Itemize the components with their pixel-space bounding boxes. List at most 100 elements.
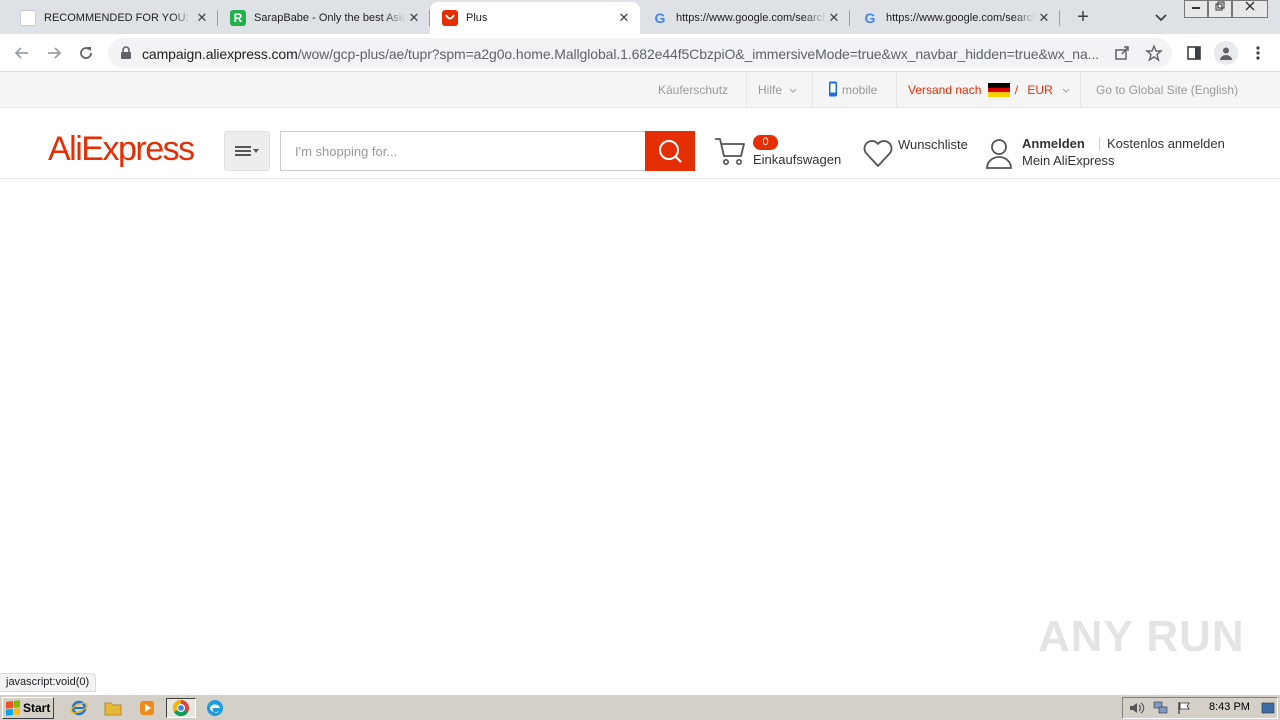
start-label: Start — [23, 701, 51, 715]
side-panel-button[interactable] — [1184, 43, 1204, 63]
site-top-bar: Käuferschutz Hilfe mobile Versand nach /… — [0, 72, 1280, 108]
my-aliexpress-link[interactable]: Mein AliExpress — [1022, 153, 1114, 168]
divider — [896, 72, 897, 108]
chrome-icon — [172, 699, 189, 717]
restore-icon — [1215, 1, 1225, 11]
system-tray: 8:43 PM — [1122, 697, 1278, 719]
tab-search-button[interactable] — [1152, 8, 1170, 26]
back-button[interactable] — [10, 41, 34, 65]
file-explorer-button[interactable] — [102, 698, 124, 718]
mobile-phone-icon — [829, 81, 837, 97]
search-button[interactable] — [645, 131, 695, 171]
google-icon: G — [654, 10, 666, 26]
browser-tab[interactable]: G https://www.google.com/search ✕ — [850, 2, 1060, 34]
chevron-down-icon — [789, 88, 797, 93]
status-bar-url: javascript:void(0) — [0, 673, 97, 692]
anyrun-watermark: ANY RUN — [1038, 612, 1245, 661]
search-input[interactable] — [280, 131, 646, 171]
ship-to-currency-selector[interactable]: Versand nach / EUR — [908, 72, 1070, 108]
bookmark-star-icon[interactable] — [1145, 44, 1163, 62]
windows-logo-icon — [6, 700, 20, 716]
window-close-button[interactable] — [1232, 0, 1268, 18]
more-vertical-icon — [1256, 46, 1260, 60]
url-text[interactable]: campaign.aliexpress.com/wow/gcp-plus/ae/… — [142, 46, 1107, 62]
browser-tab[interactable]: R SarapBabe - Only the best Asian ✕ — [218, 2, 430, 34]
blank-page-icon — [20, 10, 36, 26]
tab-title: https://www.google.com/search — [676, 12, 826, 24]
close-icon[interactable]: ✕ — [826, 10, 842, 26]
help-menu[interactable]: Hilfe — [758, 72, 797, 108]
browser-toolbar: campaign.aliexpress.com/wow/gcp-plus/ae/… — [0, 34, 1280, 72]
register-link[interactable]: Kostenlos anmelden — [1107, 136, 1225, 151]
url-path: /wow/gcp-plus/ae/tupr?spm=a2g0o.home.Mal… — [297, 46, 1100, 62]
browser-tab[interactable]: G https://www.google.com/search ✕ — [640, 2, 850, 34]
network-icon[interactable] — [1153, 701, 1169, 715]
browser-tab[interactable]: RECOMMENDED FOR YOU: ✕ — [8, 2, 218, 34]
browser-tab-active[interactable]: Plus ✕ — [430, 2, 640, 34]
cart-count-badge: 0 — [753, 135, 778, 150]
edge-button[interactable] — [204, 698, 226, 718]
media-player-icon — [140, 701, 154, 715]
url-host: campaign.aliexpress.com — [142, 46, 298, 62]
action-center-flag-icon[interactable] — [1177, 701, 1191, 715]
browser-menu-button[interactable] — [1248, 43, 1268, 63]
media-player-button[interactable] — [136, 698, 158, 718]
tab-title: https://www.google.com/search — [886, 12, 1036, 24]
site-header: AliExpress 0 Einkaufswagen Wunschliste A… — [0, 108, 1280, 179]
account-avatar[interactable] — [984, 137, 1014, 174]
folder-icon — [104, 702, 122, 716]
close-icon[interactable]: ✕ — [1036, 10, 1052, 26]
global-site-link[interactable]: Go to Global Site (English) — [1096, 72, 1238, 108]
forward-button[interactable] — [42, 41, 66, 65]
browser-tab-strip: RECOMMENDED FOR YOU: ✕ R SarapBabe - Onl… — [0, 0, 1280, 34]
wishlist-button[interactable] — [862, 138, 894, 173]
tab-title: SarapBabe - Only the best Asian — [254, 12, 406, 24]
close-icon[interactable]: ✕ — [406, 10, 422, 26]
close-icon[interactable]: ✕ — [194, 10, 210, 26]
mobile-label: mobile — [842, 83, 878, 97]
share-icon[interactable] — [1113, 44, 1131, 62]
sign-in-link[interactable]: Anmelden — [1022, 136, 1085, 151]
internet-explorer-icon — [70, 700, 88, 716]
minimize-icon — [1192, 7, 1200, 9]
germany-flag-icon — [987, 83, 1010, 97]
chrome-taskbar-button[interactable] — [166, 698, 196, 718]
help-label: Hilfe — [758, 83, 783, 97]
lock-icon[interactable] — [120, 46, 132, 60]
chevron-down-icon — [1062, 88, 1070, 93]
internet-explorer-button[interactable] — [68, 698, 90, 718]
currency-label: EUR — [1027, 83, 1053, 97]
edge-icon — [207, 700, 223, 716]
cart-label[interactable]: Einkaufswagen — [753, 152, 841, 167]
address-bar[interactable]: campaign.aliexpress.com/wow/gcp-plus/ae/… — [108, 38, 1172, 68]
hamburger-menu-icon — [235, 146, 259, 156]
clock[interactable]: 8:43 PM — [1209, 701, 1250, 713]
tab-title: RECOMMENDED FOR YOU: — [44, 12, 189, 24]
close-icon[interactable]: ✕ — [616, 10, 632, 26]
aliexpress-logo[interactable]: AliExpress — [48, 130, 195, 169]
mobile-link[interactable]: mobile — [828, 72, 877, 108]
profile-button[interactable] — [1214, 41, 1238, 65]
divider — [1099, 138, 1100, 150]
categories-menu-button[interactable] — [224, 131, 270, 171]
aliexpress-icon — [442, 10, 458, 26]
new-tab-button[interactable]: + — [1072, 6, 1094, 28]
google-icon: G — [864, 10, 876, 26]
wishlist-label[interactable]: Wunschliste — [898, 137, 968, 152]
side-panel-icon — [1187, 46, 1201, 60]
user-icon — [986, 139, 1012, 169]
reload-button[interactable] — [74, 41, 98, 65]
cart-button[interactable] — [714, 136, 746, 171]
windows-taskbar: Start 8:43 PM — [0, 694, 1280, 720]
show-desktop-icon[interactable] — [1261, 701, 1275, 715]
arrow-left-icon — [14, 47, 28, 59]
minimize-button[interactable] — [1184, 0, 1208, 18]
restore-button[interactable] — [1208, 0, 1232, 18]
reload-icon — [80, 47, 92, 59]
volume-icon[interactable] — [1129, 701, 1145, 715]
chevron-down-icon — [1155, 14, 1167, 22]
close-icon — [1245, 1, 1255, 11]
profile-icon — [1220, 47, 1232, 60]
buyer-protection-link[interactable]: Käuferschutz — [658, 72, 728, 108]
start-button[interactable]: Start — [2, 697, 54, 719]
